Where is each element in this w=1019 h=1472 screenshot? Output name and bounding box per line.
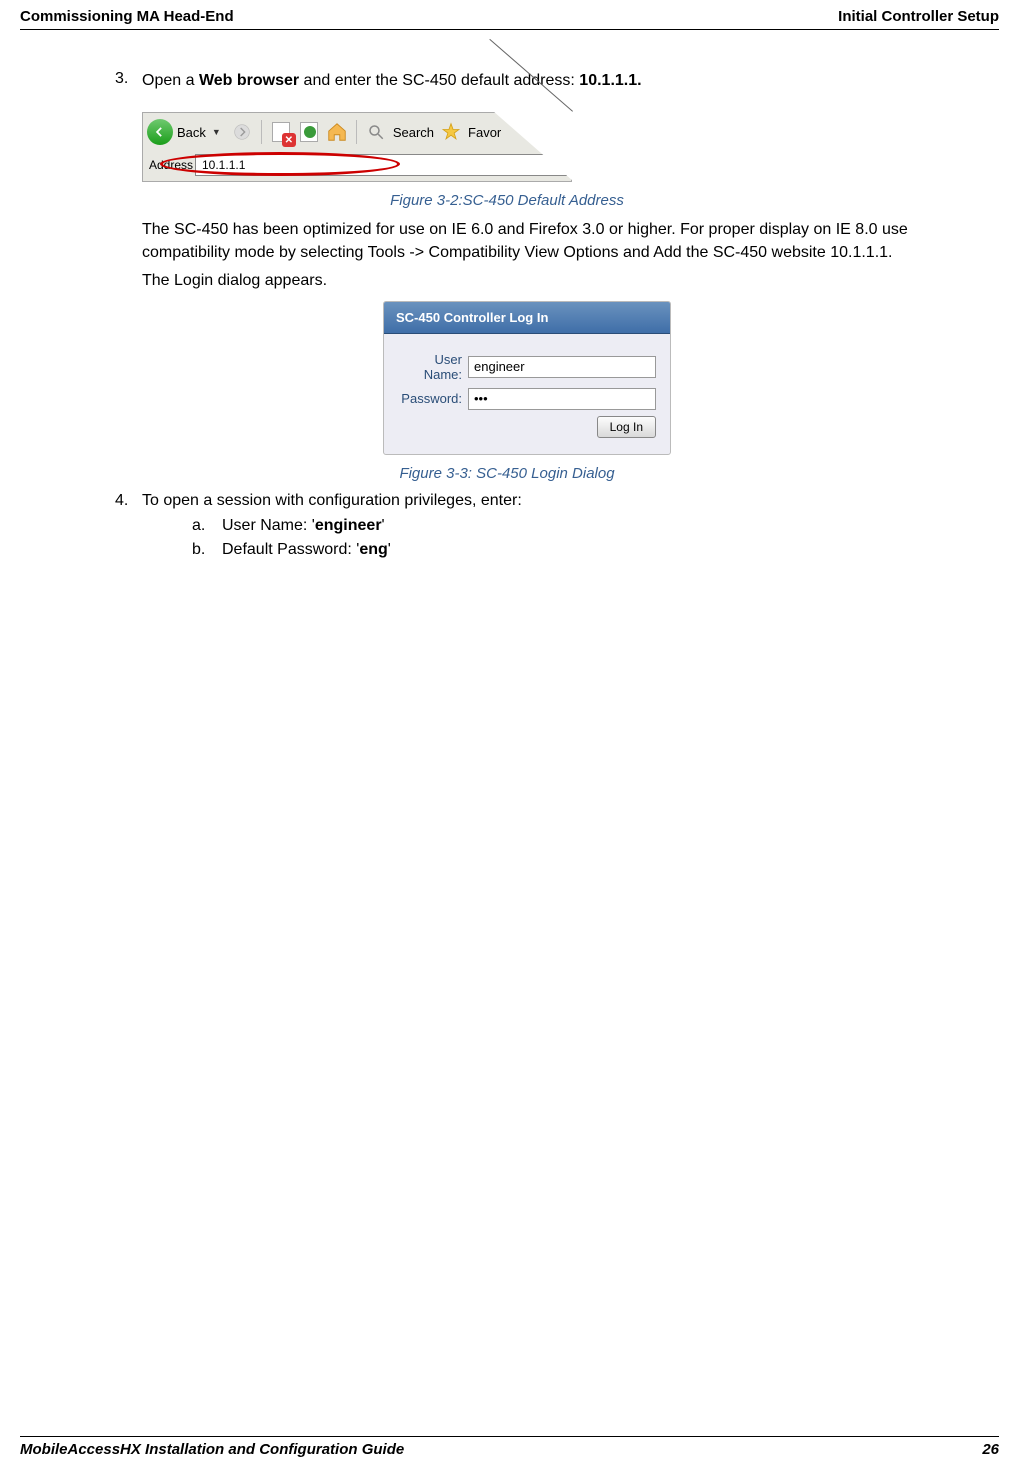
paragraph-2: The Login dialog appears.	[142, 270, 939, 292]
search-icon	[367, 123, 385, 141]
header-right: Initial Controller Setup	[838, 8, 999, 25]
figure-caption-1: Figure 3-2:SC-450 Default Address	[75, 192, 939, 209]
password-label: Password:	[398, 391, 468, 406]
forward-arrow-icon	[234, 124, 250, 140]
home-icon	[326, 121, 348, 143]
password-row: Password:	[398, 388, 656, 410]
stop-button[interactable]: ✕	[270, 121, 292, 143]
step-number: 4.	[115, 492, 142, 510]
back-arrow-icon	[153, 125, 167, 139]
sub-letter: b.	[192, 538, 222, 562]
login-dialog-figure: SC-450 Controller Log In User Name: Pass…	[383, 301, 671, 455]
back-button[interactable]	[147, 119, 173, 145]
footer-title: MobileAccessHX Installation and Configur…	[20, 1441, 404, 1458]
back-label: Back	[177, 125, 206, 140]
page-header: Commissioning MA Head-End Initial Contro…	[20, 8, 999, 30]
toolbar-divider	[261, 120, 262, 144]
step-text: To open a session with configuration pri…	[142, 492, 522, 510]
toolbar-divider	[356, 120, 357, 144]
content-area: 3. Open a Web browser and enter the SC-4…	[20, 70, 999, 562]
home-button[interactable]	[326, 121, 348, 143]
page-footer: MobileAccessHX Installation and Configur…	[20, 1436, 999, 1458]
step-number: 3.	[115, 70, 142, 92]
paragraph-1: The SC-450 has been optimized for use on…	[142, 219, 939, 264]
username-label: User Name:	[398, 352, 468, 382]
login-body: User Name: Password: Log In	[384, 334, 670, 454]
sub-letter: a.	[192, 514, 222, 538]
back-dropdown-icon[interactable]: ▼	[212, 127, 221, 137]
step-text: Open a Web browser and enter the SC-450 …	[142, 70, 642, 92]
page-number: 26	[982, 1441, 999, 1458]
search-label: Search	[393, 125, 434, 140]
login-title: SC-450 Controller Log In	[384, 302, 670, 334]
sub-text: Default Password: 'eng'	[222, 538, 391, 562]
address-label: Address	[147, 158, 195, 172]
favorites-button[interactable]	[440, 121, 462, 143]
cutaway-mask	[493, 111, 573, 181]
star-icon	[441, 122, 461, 142]
forward-button[interactable]	[231, 121, 253, 143]
refresh-button[interactable]	[298, 121, 320, 143]
refresh-icon	[300, 122, 318, 142]
stop-x-icon: ✕	[282, 133, 296, 147]
sub-text: User Name: 'engineer'	[222, 514, 385, 538]
username-input[interactable]	[468, 356, 656, 378]
header-left: Commissioning MA Head-End	[20, 8, 234, 25]
search-button[interactable]	[365, 121, 387, 143]
login-button-row: Log In	[398, 416, 656, 438]
sub-item-a: a. User Name: 'engineer'	[192, 514, 939, 538]
step-3: 3. Open a Web browser and enter the SC-4…	[115, 70, 939, 92]
username-row: User Name:	[398, 352, 656, 382]
step-4: 4. To open a session with configuration …	[115, 492, 939, 510]
browser-toolbar-figure: Back ▼ ✕ Se	[142, 112, 572, 182]
sub-list: a. User Name: 'engineer' b. Default Pass…	[192, 514, 939, 562]
figure-caption-2: Figure 3-3: SC-450 Login Dialog	[75, 465, 939, 482]
login-button[interactable]: Log In	[597, 416, 656, 438]
sub-item-b: b. Default Password: 'eng'	[192, 538, 939, 562]
password-input[interactable]	[468, 388, 656, 410]
